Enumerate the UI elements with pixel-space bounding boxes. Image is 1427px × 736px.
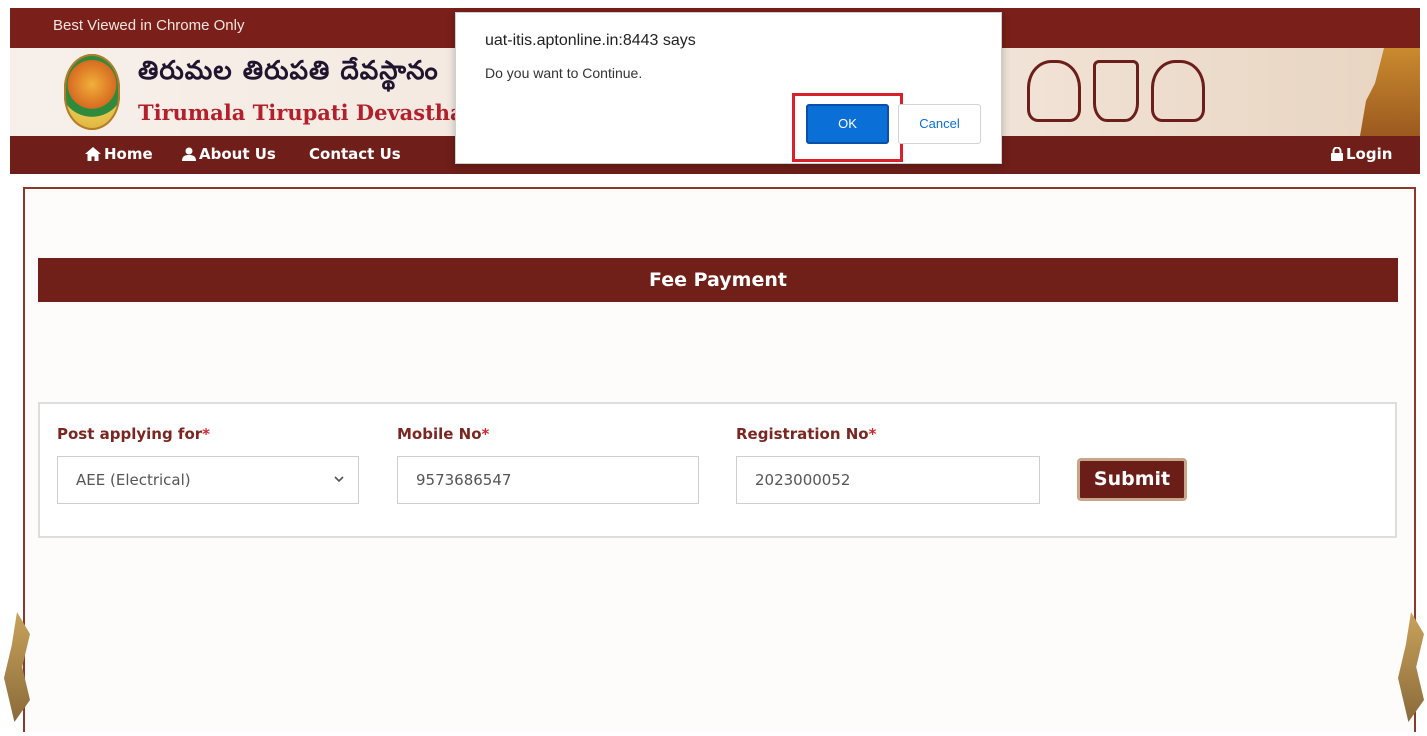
nav-login-label: Login xyxy=(1346,145,1393,163)
registration-label: Registration No* xyxy=(736,425,876,443)
nav-about-label: About Us xyxy=(199,145,276,163)
nav-about[interactable]: About Us xyxy=(182,145,276,163)
user-icon xyxy=(182,147,196,161)
browser-notice: Best Viewed in Chrome Only xyxy=(53,17,245,34)
nav-login[interactable]: Login xyxy=(1331,145,1392,163)
home-icon xyxy=(85,147,101,161)
english-title: Tirumala Tirupati Devasthar xyxy=(138,100,475,125)
telugu-title: తిరుమల తిరుపతి దేవస్థానం xyxy=(138,56,439,86)
nav-contact[interactable]: Contact Us xyxy=(309,145,401,163)
conch-emblem-icon xyxy=(1027,60,1081,122)
chakra-emblem-icon xyxy=(1151,60,1205,122)
dialog-message: Do you want to Continue. xyxy=(485,65,643,81)
nav-home[interactable]: Home xyxy=(85,145,153,163)
mobile-input-value: 9573686547 xyxy=(416,471,512,489)
registration-input[interactable]: 2023000052 xyxy=(736,456,1040,504)
registration-label-text: Registration No xyxy=(736,425,869,443)
required-mark: * xyxy=(481,425,490,443)
submit-button[interactable]: Submit xyxy=(1077,458,1187,501)
post-select-value: AEE (Electrical) xyxy=(76,471,191,489)
page-title: Fee Payment xyxy=(38,258,1398,302)
post-label: Post applying for* xyxy=(57,425,210,443)
mobile-label-text: Mobile No xyxy=(397,425,482,443)
cancel-button[interactable]: Cancel xyxy=(898,104,981,144)
post-label-text: Post applying for xyxy=(57,425,203,443)
nav-contact-label: Contact Us xyxy=(309,145,401,163)
dialog-origin: uat-itis.aptonline.in:8443 says xyxy=(485,32,696,49)
mobile-input[interactable]: 9573686547 xyxy=(397,456,699,504)
post-select[interactable]: AEE (Electrical) xyxy=(57,456,359,504)
namam-emblem-icon xyxy=(1093,60,1139,122)
lock-icon xyxy=(1331,147,1343,161)
temple-gopuram-image xyxy=(1360,48,1420,136)
required-mark: * xyxy=(202,425,211,443)
ok-button[interactable]: OK xyxy=(806,104,889,144)
required-mark: * xyxy=(868,425,877,443)
registration-input-value: 2023000052 xyxy=(755,471,851,489)
mobile-label: Mobile No* xyxy=(397,425,489,443)
nav-home-label: Home xyxy=(104,145,153,163)
chevron-down-icon xyxy=(334,476,344,483)
ttd-logo xyxy=(64,54,120,130)
emblems xyxy=(1027,56,1217,126)
